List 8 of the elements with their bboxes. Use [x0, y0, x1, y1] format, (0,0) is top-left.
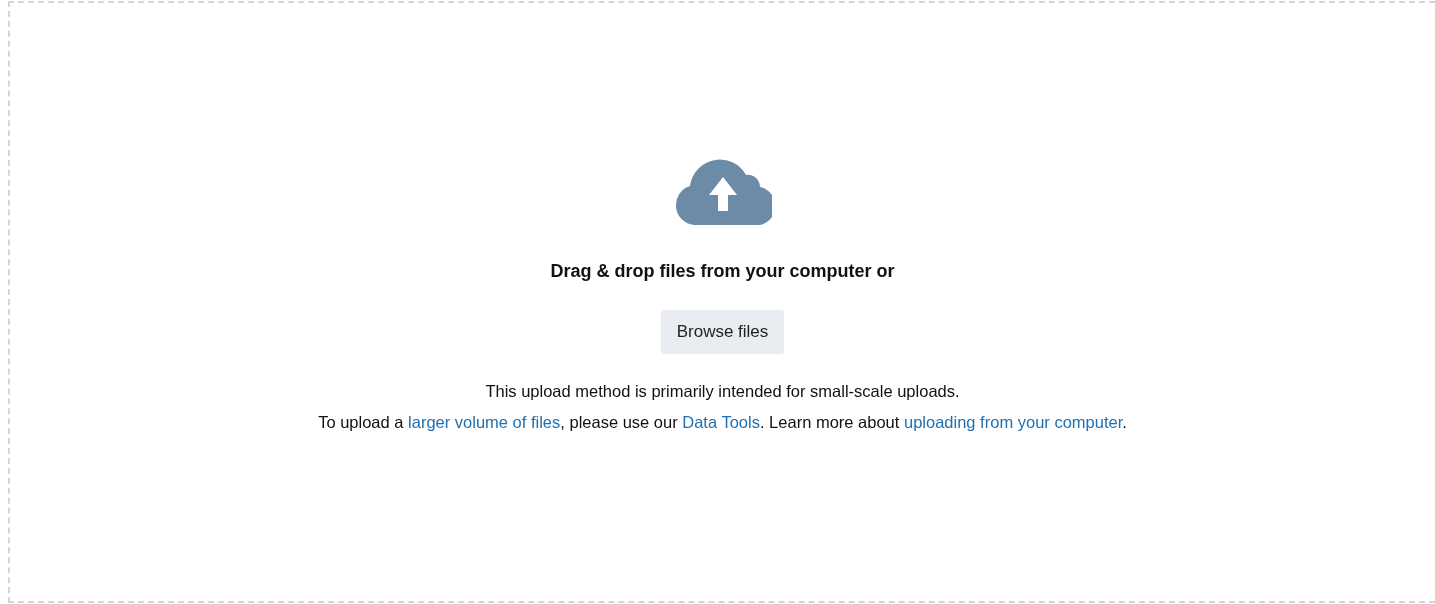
note-text: This upload method is primarily intended for small-scale uploads. — [485, 381, 960, 402]
note-link[interactable]: uploading from your computer — [903, 413, 1123, 431]
note-text: To upload a larger volume of files, please use our Data Tools. Learn more about uploading from your computer. — [318, 412, 1127, 433]
drop-heading: Drag & drop files from your computer or — [550, 261, 895, 282]
note-link[interactable]: Data Tools — [682, 413, 760, 431]
drop-zone[interactable] — [8, 1, 1435, 603]
note-link[interactable]: larger volume of files — [408, 413, 561, 431]
browse-files-button[interactable]: Browse files — [660, 310, 785, 354]
